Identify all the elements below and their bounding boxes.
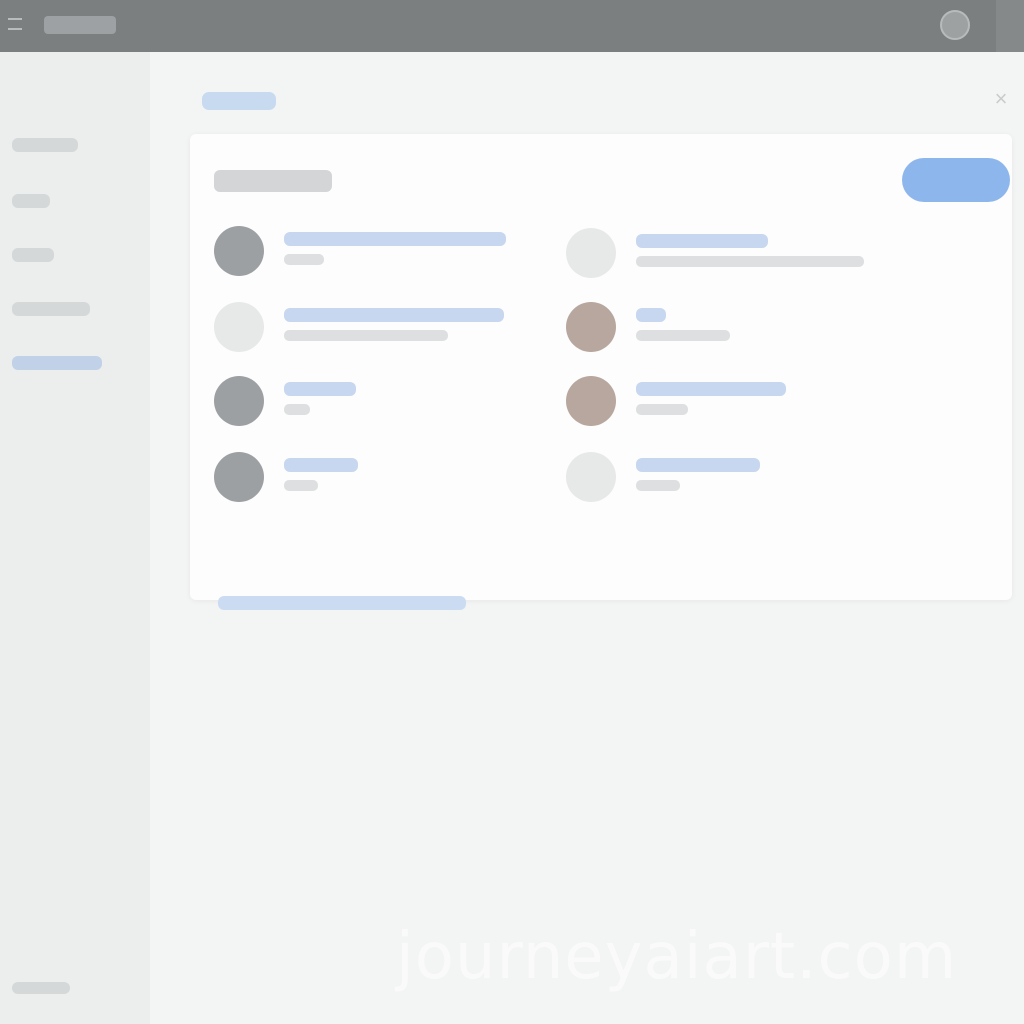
item-title[interactable] (636, 458, 760, 472)
app-logo (44, 16, 116, 34)
item-title[interactable] (636, 308, 666, 322)
list-item[interactable] (566, 302, 886, 362)
list-item[interactable] (566, 452, 886, 512)
sidebar-item-4[interactable] (12, 302, 90, 316)
list-item[interactable] (566, 228, 886, 288)
item-title[interactable] (636, 382, 786, 396)
avatar (214, 452, 264, 502)
close-icon[interactable]: × (990, 88, 1012, 110)
top-bar (0, 0, 1024, 52)
sidebar-item-2[interactable] (12, 194, 50, 208)
list-item[interactable] (214, 452, 534, 512)
item-title[interactable] (284, 382, 356, 396)
item-subtitle (284, 330, 448, 341)
sidebar (0, 52, 150, 1024)
user-avatar[interactable] (940, 10, 970, 40)
avatar (214, 226, 264, 276)
avatar (566, 452, 616, 502)
item-subtitle (284, 480, 318, 491)
primary-button[interactable] (902, 158, 1010, 202)
content-card (190, 134, 1012, 610)
list-item[interactable] (214, 376, 534, 436)
item-subtitle (636, 404, 688, 415)
sidebar-item-1[interactable] (12, 138, 78, 152)
item-subtitle (636, 256, 864, 267)
item-title[interactable] (636, 234, 768, 248)
main-content: × (150, 52, 1024, 1024)
card-title (214, 170, 332, 192)
sidebar-item-5-active[interactable] (12, 356, 102, 370)
item-subtitle (636, 480, 680, 491)
list-item[interactable] (214, 226, 534, 286)
avatar (566, 376, 616, 426)
item-title[interactable] (284, 232, 506, 246)
avatar (566, 228, 616, 278)
view-all-link[interactable] (218, 596, 466, 610)
item-subtitle (284, 404, 310, 415)
list-item[interactable] (214, 302, 534, 362)
avatar (214, 376, 264, 426)
avatar (566, 302, 616, 352)
topbar-edge (996, 0, 1024, 52)
item-subtitle (284, 254, 324, 265)
item-subtitle (636, 330, 730, 341)
menu-icon[interactable] (8, 18, 22, 30)
list-item[interactable] (566, 376, 886, 436)
item-title[interactable] (284, 458, 358, 472)
watermark-text: journeyaiart.com (396, 920, 958, 994)
avatar (214, 302, 264, 352)
sidebar-footer[interactable] (12, 982, 70, 994)
breadcrumb[interactable] (202, 92, 276, 110)
sidebar-item-3[interactable] (12, 248, 54, 262)
item-title[interactable] (284, 308, 504, 322)
